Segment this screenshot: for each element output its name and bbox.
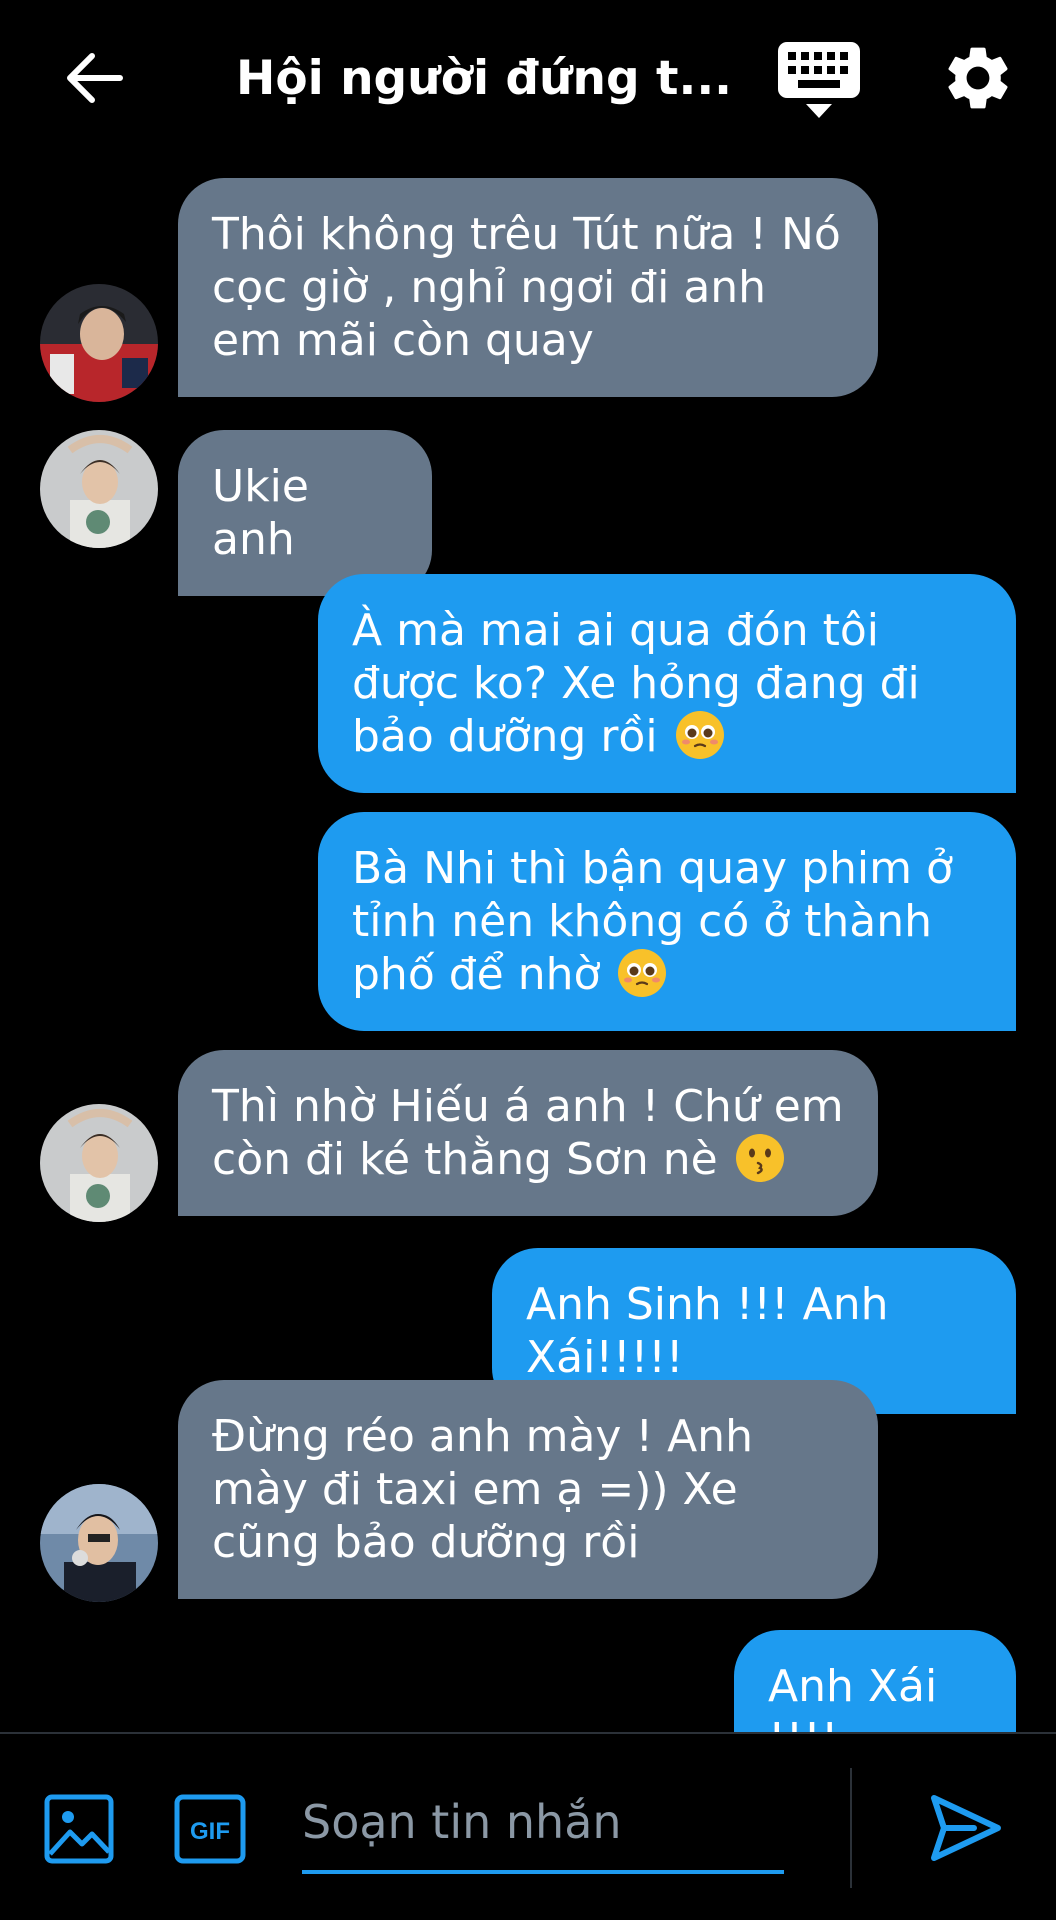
conversation-header: Hội người đứng t... — [0, 0, 1056, 160]
avatar-photo — [40, 1104, 158, 1222]
gear-icon — [948, 47, 1008, 109]
avatar-photo — [40, 284, 158, 402]
avatar[interactable] — [40, 1104, 158, 1222]
message-bubble-incoming[interactable]: Thôi không trêu Tút nữa ! Nó cọc giờ , n… — [178, 178, 878, 397]
message-bubble-outgoing[interactable]: Anh Xái !!!! — [734, 1630, 1016, 1732]
pleading-face-emoji — [675, 711, 724, 759]
message-text: À mà mai ai qua đón tôi được ko? Xe hỏng… — [352, 605, 920, 762]
keyboard-icon — [778, 42, 860, 118]
message-bubble-outgoing[interactable]: À mà mai ai qua đón tôi được ko? Xe hỏng… — [318, 574, 1016, 793]
settings-button[interactable] — [940, 40, 1016, 116]
gif-label: GIF — [190, 1818, 230, 1845]
gif-button[interactable]: GIF — [174, 1794, 246, 1864]
divider — [850, 1768, 852, 1888]
message-text: Ukie anh — [212, 461, 309, 565]
kissing-face-emoji — [735, 1134, 784, 1182]
message-input[interactable] — [302, 1774, 784, 1874]
keyboard-button[interactable] — [776, 40, 862, 122]
message-text: Đừng réo anh mày ! Anh mày đi taxi em ạ … — [212, 1411, 753, 1568]
message-bubble-incoming[interactable]: Đừng réo anh mày ! Anh mày đi taxi em ạ … — [178, 1380, 878, 1599]
conversation-title[interactable]: Hội người đứng t... — [236, 48, 732, 110]
image-icon — [44, 1794, 114, 1864]
avatar[interactable] — [40, 430, 158, 548]
avatar-photo — [40, 1484, 158, 1602]
add-photo-button[interactable] — [44, 1794, 114, 1864]
avatar[interactable] — [40, 1484, 158, 1602]
back-button[interactable] — [58, 42, 130, 114]
send-icon — [931, 1795, 1001, 1861]
message-text: Anh Xái !!!! — [768, 1661, 938, 1732]
avatar-photo — [40, 430, 158, 548]
message-bubble-incoming[interactable]: Ukie anh — [178, 430, 432, 596]
message-composer: GIF — [0, 1732, 1056, 1920]
avatar[interactable] — [40, 284, 158, 402]
send-button[interactable] — [928, 1790, 1004, 1866]
pleading-face-emoji — [618, 949, 667, 997]
gif-icon: GIF — [174, 1794, 246, 1864]
message-text: Thôi không trêu Tút nữa ! Nó cọc giờ , n… — [212, 209, 841, 366]
message-list[interactable]: Thôi không trêu Tút nữa ! Nó cọc giờ , n… — [0, 160, 1056, 1732]
message-text: Anh Sinh !!! Anh Xái!!!!! — [526, 1279, 889, 1383]
message-bubble-outgoing[interactable]: Bà Nhi thì bận quay phim ở tỉnh nên khôn… — [318, 812, 1016, 1031]
message-bubble-incoming[interactable]: Thì nhờ Hiếu á anh ! Chứ em còn đi ké th… — [178, 1050, 878, 1216]
arrow-left-icon — [67, 53, 123, 103]
